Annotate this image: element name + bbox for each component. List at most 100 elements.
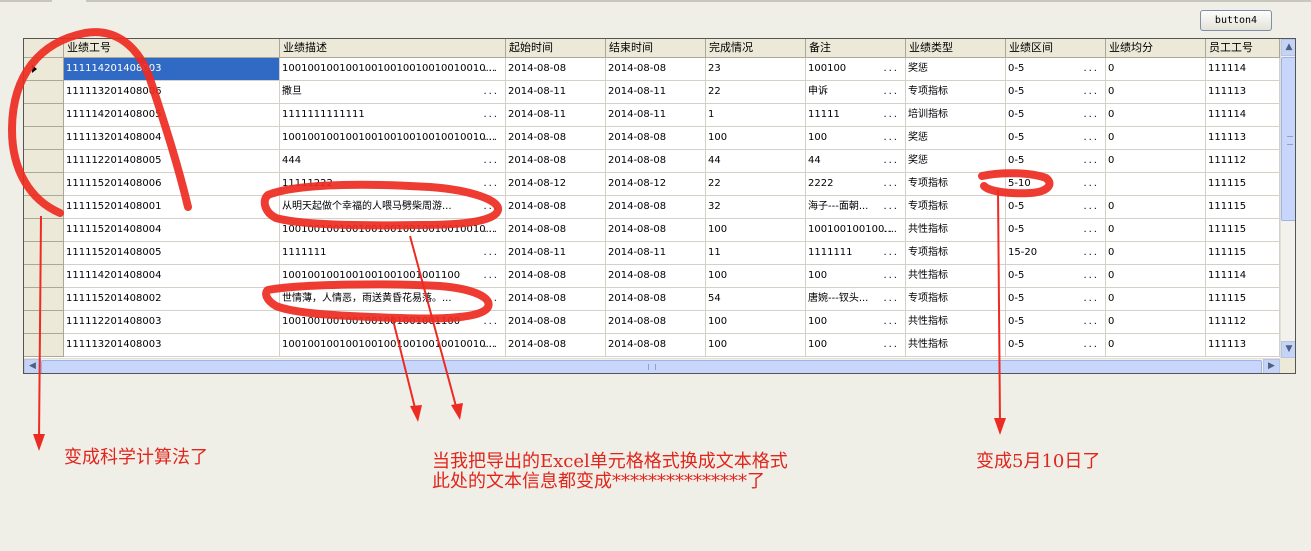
cell-emp_id[interactable]: 111114201408004 xyxy=(64,265,280,288)
cell-editor-button[interactable]: ... xyxy=(483,196,499,218)
cell-type[interactable]: 共性指标 xyxy=(906,265,1006,288)
cell-note[interactable]: 海子---面朝...... xyxy=(806,196,906,219)
cell-avg[interactable]: 0 xyxy=(1106,127,1206,150)
horizontal-scroll-thumb[interactable] xyxy=(41,360,1262,373)
row-header[interactable] xyxy=(24,81,64,104)
column-header-emp_id[interactable]: 业绩工号 xyxy=(64,39,280,58)
table-row[interactable]: 111113201408006 撒旦... 2014-08-11 2014-08-11… xyxy=(24,81,1280,104)
cell-range[interactable]: 0-5... xyxy=(1006,196,1106,219)
cell-avg[interactable]: 0 xyxy=(1106,242,1206,265)
cell-done[interactable]: 22 xyxy=(706,173,806,196)
cell-start[interactable]: 2014-08-08 xyxy=(506,150,606,173)
cell-emp_id[interactable]: 111115201408001 xyxy=(64,196,280,219)
cell-emp_id[interactable]: 111113201408004 xyxy=(64,127,280,150)
cell-type[interactable]: 专项指标 xyxy=(906,81,1006,104)
cell-emp_id[interactable]: 111112201408003 xyxy=(64,311,280,334)
cell-avg[interactable]: 0 xyxy=(1106,288,1206,311)
scroll-up-icon[interactable]: ▲ xyxy=(1281,39,1295,56)
table-row[interactable]: 111113201408004 1001001001001001001001001… xyxy=(24,127,1280,150)
cell-type[interactable]: 专项指标 xyxy=(906,173,1006,196)
cell-desc[interactable]: 1001001001001001001001001100... xyxy=(280,311,506,334)
cell-note[interactable]: 11111... xyxy=(806,104,906,127)
button4[interactable]: button4 xyxy=(1200,10,1272,31)
table-row[interactable]: 111113201408003 1001001001001001001001001… xyxy=(24,334,1280,357)
cell-editor-button[interactable]: ... xyxy=(1083,58,1099,80)
cell-start[interactable]: 2014-08-08 xyxy=(506,311,606,334)
column-header-end[interactable]: 结束时间 xyxy=(606,39,706,58)
grid-corner-cell[interactable] xyxy=(24,39,64,58)
cell-avg[interactable]: 0 xyxy=(1106,196,1206,219)
cell-editor-button[interactable]: ... xyxy=(1083,242,1099,264)
row-header[interactable] xyxy=(24,150,64,173)
cell-note[interactable]: 2222... xyxy=(806,173,906,196)
cell-editor-button[interactable]: ... xyxy=(483,150,499,172)
row-header[interactable] xyxy=(24,127,64,150)
cell-editor-button[interactable]: ... xyxy=(1083,311,1099,333)
cell-emp_id[interactable]: 111114201408003 xyxy=(64,58,280,81)
cell-editor-button[interactable]: ... xyxy=(1083,173,1099,195)
cell-start[interactable]: 2014-08-11 xyxy=(506,81,606,104)
cell-avg[interactable]: 0 xyxy=(1106,219,1206,242)
scroll-down-icon[interactable]: ▼ xyxy=(1281,341,1295,358)
cell-end[interactable]: 2014-08-11 xyxy=(606,242,706,265)
table-row[interactable]: 111112201408003 1001001001001001001001001… xyxy=(24,311,1280,334)
cell-staff[interactable]: 111114 xyxy=(1206,104,1280,127)
cell-range[interactable]: 0-5... xyxy=(1006,265,1106,288)
cell-done[interactable]: 32 xyxy=(706,196,806,219)
cell-editor-button[interactable]: ... xyxy=(883,58,899,80)
cell-desc[interactable]: 10010010010010010010010010010010...... xyxy=(280,58,506,81)
cell-note[interactable]: 44... xyxy=(806,150,906,173)
cell-done[interactable]: 100 xyxy=(706,219,806,242)
cell-editor-button[interactable]: ... xyxy=(483,265,499,287)
row-header[interactable] xyxy=(24,58,64,81)
row-header[interactable] xyxy=(24,334,64,357)
cell-emp_id[interactable]: 111113201408003 xyxy=(64,334,280,357)
cell-emp_id[interactable]: 111112201408005 xyxy=(64,150,280,173)
cell-start[interactable]: 2014-08-11 xyxy=(506,242,606,265)
cell-desc[interactable]: 1111111... xyxy=(280,242,506,265)
cell-desc[interactable]: 444... xyxy=(280,150,506,173)
cell-editor-button[interactable]: ... xyxy=(483,104,499,126)
cell-editor-button[interactable]: ... xyxy=(883,219,899,241)
cell-staff[interactable]: 111115 xyxy=(1206,196,1280,219)
table-row[interactable]: 111115201408005 1111111... 2014-08-11 2014-… xyxy=(24,242,1280,265)
cell-note[interactable]: 100... xyxy=(806,127,906,150)
cell-range[interactable]: 0-5... xyxy=(1006,334,1106,357)
cell-note[interactable]: 100100100100...... xyxy=(806,219,906,242)
cell-range[interactable]: 0-5... xyxy=(1006,311,1106,334)
cell-type[interactable]: 共性指标 xyxy=(906,219,1006,242)
cell-staff[interactable]: 111115 xyxy=(1206,242,1280,265)
row-header[interactable] xyxy=(24,104,64,127)
cell-note[interactable]: 100... xyxy=(806,334,906,357)
cell-editor-button[interactable]: ... xyxy=(483,127,499,149)
cell-type[interactable]: 专项指标 xyxy=(906,242,1006,265)
cell-done[interactable]: 100 xyxy=(706,127,806,150)
row-header[interactable] xyxy=(24,196,64,219)
cell-staff[interactable]: 111114 xyxy=(1206,58,1280,81)
column-header-avg[interactable]: 业绩均分 xyxy=(1106,39,1206,58)
column-header-range[interactable]: 业绩区间 xyxy=(1006,39,1106,58)
cell-editor-button[interactable]: ... xyxy=(1083,288,1099,310)
cell-start[interactable]: 2014-08-08 xyxy=(506,265,606,288)
horizontal-scrollbar[interactable]: ◀ ▶ xyxy=(24,358,1280,373)
cell-desc[interactable]: 1111111111111... xyxy=(280,104,506,127)
cell-editor-button[interactable]: ... xyxy=(883,311,899,333)
cell-staff[interactable]: 111115 xyxy=(1206,288,1280,311)
cell-staff[interactable]: 111113 xyxy=(1206,334,1280,357)
cell-editor-button[interactable]: ... xyxy=(483,173,499,195)
scroll-right-icon[interactable]: ▶ xyxy=(1263,359,1280,373)
cell-start[interactable]: 2014-08-08 xyxy=(506,127,606,150)
cell-desc[interactable]: 1001001001001001001001001100... xyxy=(280,265,506,288)
cell-done[interactable]: 100 xyxy=(706,265,806,288)
cell-editor-button[interactable]: ... xyxy=(883,81,899,103)
cell-end[interactable]: 2014-08-08 xyxy=(606,334,706,357)
row-header[interactable] xyxy=(24,219,64,242)
cell-end[interactable]: 2014-08-08 xyxy=(606,58,706,81)
cell-done[interactable]: 11 xyxy=(706,242,806,265)
cell-editor-button[interactable]: ... xyxy=(883,150,899,172)
cell-staff[interactable]: 111113 xyxy=(1206,81,1280,104)
cell-range[interactable]: 0-5... xyxy=(1006,81,1106,104)
cell-editor-button[interactable]: ... xyxy=(883,334,899,356)
cell-editor-button[interactable]: ... xyxy=(883,196,899,218)
cell-editor-button[interactable]: ... xyxy=(483,219,499,241)
